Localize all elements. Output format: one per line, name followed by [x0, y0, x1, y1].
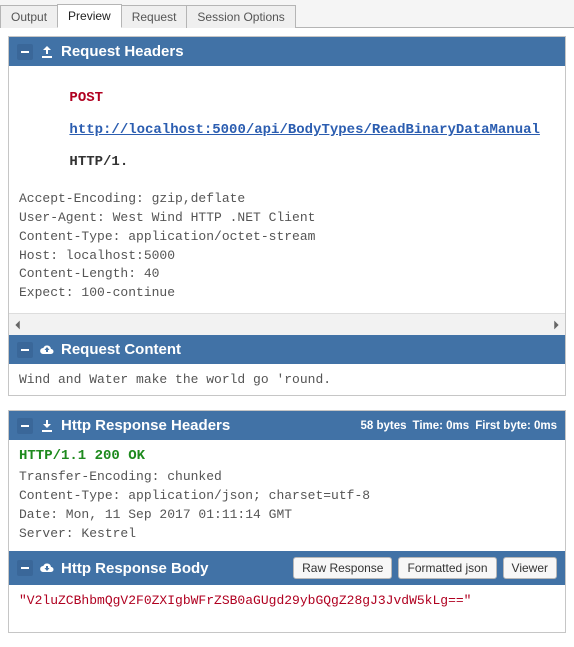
horizontal-scrollbar[interactable] [9, 313, 565, 335]
response-headers-block: Transfer-Encoding: chunked Content-Type:… [9, 468, 565, 551]
collapse-icon[interactable] [17, 560, 33, 576]
request-url[interactable]: http://localhost:5000/api/BodyTypes/Read… [69, 122, 539, 138]
response-body-header: Http Response Body Raw Response Formatte… [9, 551, 565, 585]
request-content-title: Request Content [61, 341, 181, 358]
collapse-icon[interactable] [17, 418, 33, 434]
request-headers-scroll[interactable]: POST http://localhost:5000/api/BodyTypes… [9, 66, 565, 313]
response-headers-header: Http Response Headers 58 bytes Time: 0ms… [9, 411, 565, 440]
request-headers-title: Request Headers [61, 43, 184, 60]
request-line: POST http://localhost:5000/api/BodyTypes… [9, 66, 565, 190]
formatted-json-button[interactable]: Formatted json [398, 557, 496, 579]
response-body-content: "V2luZCBhbmQgV2F0ZXIgbWFrZSB0aGUgd29ybGQ… [9, 585, 565, 632]
response-status-line: HTTP/1.1 200 OK [9, 440, 565, 468]
response-headers-title: Http Response Headers [61, 417, 230, 434]
raw-response-button[interactable]: Raw Response [293, 557, 392, 579]
scroll-right-icon[interactable] [549, 318, 563, 332]
cloud-download-icon [39, 560, 55, 576]
scroll-left-icon[interactable] [11, 318, 25, 332]
download-icon [39, 418, 55, 434]
response-panel: Http Response Headers 58 bytes Time: 0ms… [8, 410, 566, 633]
http-method: POST [69, 90, 103, 106]
collapse-icon[interactable] [17, 342, 33, 358]
request-content-body: Wind and Water make the world go 'round. [9, 364, 565, 395]
request-panel: Request Headers POST http://localhost:50… [8, 36, 566, 396]
response-size: 58 bytes [360, 420, 406, 432]
request-content-header: Request Content [9, 335, 565, 364]
response-time: Time: 0ms [413, 420, 470, 432]
response-first-byte: First byte: 0ms [475, 420, 557, 432]
request-headers-header: Request Headers [9, 37, 565, 66]
cloud-upload-icon [39, 342, 55, 358]
response-body-title: Http Response Body [61, 560, 209, 577]
tab-session-options[interactable]: Session Options [186, 5, 295, 28]
tab-preview[interactable]: Preview [57, 4, 122, 28]
upload-icon [39, 44, 55, 60]
viewer-button[interactable]: Viewer [503, 557, 557, 579]
tab-request[interactable]: Request [121, 5, 188, 28]
tab-output[interactable]: Output [0, 5, 58, 28]
tab-strip: Output Preview Request Session Options [0, 0, 574, 28]
http-protocol: HTTP/1. [69, 154, 128, 170]
request-headers-block: Accept-Encoding: gzip,deflate User-Agent… [9, 190, 565, 311]
collapse-icon[interactable] [17, 44, 33, 60]
